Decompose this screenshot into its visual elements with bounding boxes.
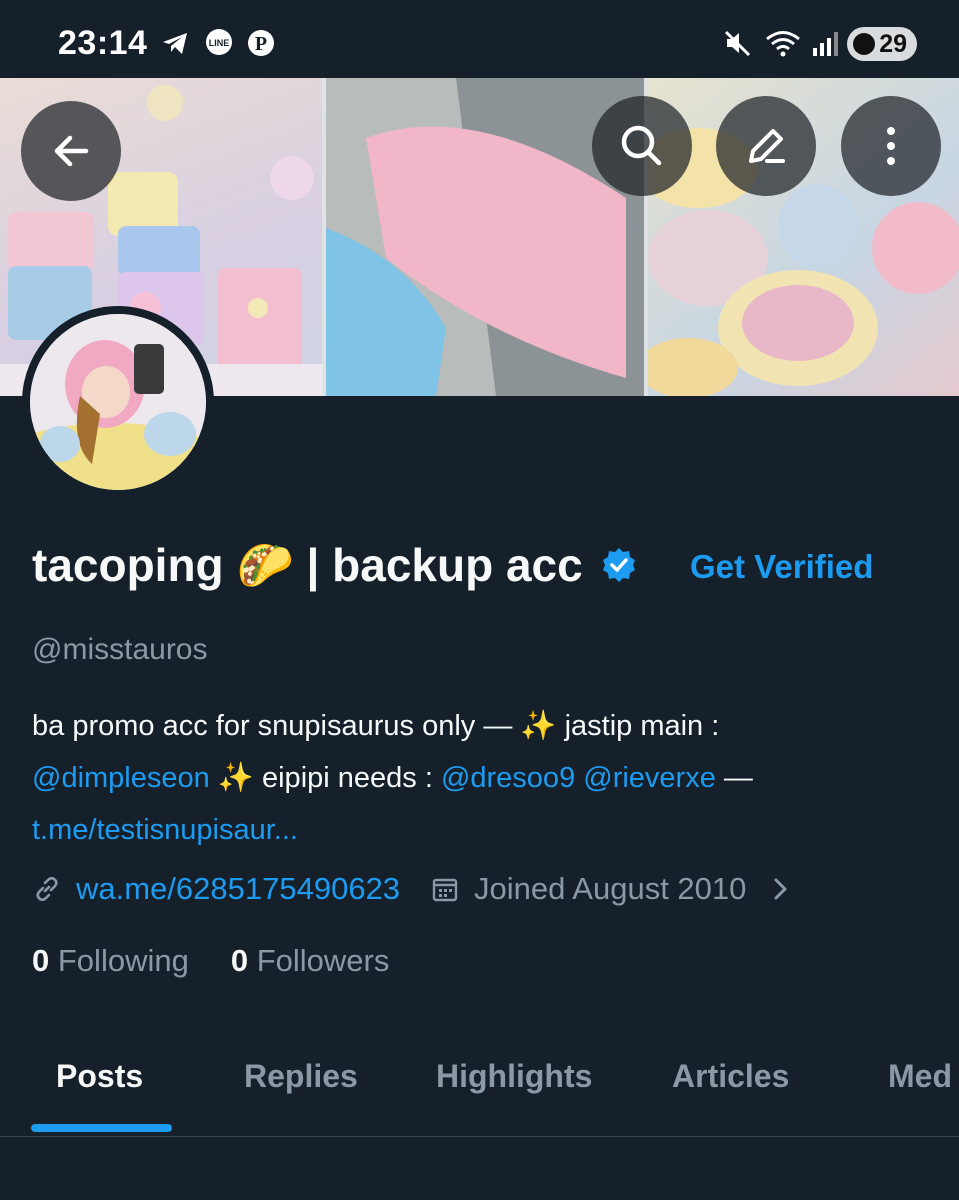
tab-media[interactable]: Med — [888, 1058, 952, 1095]
tab-highlights[interactable]: Highlights — [436, 1058, 592, 1095]
edit-profile-button[interactable] — [716, 96, 816, 196]
tab-replies[interactable]: Replies — [244, 1058, 358, 1095]
bio-text: ✨ eipipi needs : — [209, 762, 441, 794]
display-name: tacoping 🌮 | backup acc — [32, 538, 638, 593]
join-date: Joined August 2010 — [474, 871, 747, 906]
get-verified-link[interactable]: Get Verified — [690, 548, 873, 586]
mention-link[interactable]: @rieverxe — [583, 762, 716, 794]
username: @misstauros — [32, 633, 208, 666]
follow-stats: 0 Following 0 Followers — [32, 943, 389, 979]
followers-stat[interactable]: 0 Followers — [231, 943, 390, 979]
avatar-image — [30, 314, 206, 490]
more-options-button[interactable] — [841, 96, 941, 196]
display-name-text: tacoping 🌮 | backup acc — [32, 539, 583, 591]
verified-badge-icon[interactable] — [600, 546, 638, 584]
back-button[interactable] — [21, 101, 121, 201]
svg-text:P: P — [255, 33, 267, 55]
search-button[interactable] — [592, 96, 692, 196]
signal-icon — [813, 32, 838, 56]
profile-meta: wa.me/6285175490623 Joined August 2010 — [32, 866, 794, 912]
following-label: Following — [57, 943, 189, 978]
more-vertical-icon — [887, 127, 895, 165]
chevron-right-icon[interactable] — [768, 874, 794, 904]
search-icon — [621, 125, 662, 166]
bio: ba promo acc for snupisaurus only — ✨ ja… — [32, 700, 932, 856]
link-icon — [36, 876, 58, 902]
wifi-icon — [766, 31, 800, 57]
mention-link[interactable]: @dimpleseon — [32, 762, 210, 794]
profile-tabs: Posts Replies Highlights Articles Med — [0, 1040, 959, 1137]
following-stat[interactable]: 0 Following — [32, 943, 189, 979]
svg-text:LINE: LINE — [209, 38, 230, 48]
followers-label: Followers — [256, 943, 390, 978]
battery-level: 29 — [879, 29, 907, 58]
status-bar: 23:14 LINE P 29 — [0, 0, 959, 78]
pinterest-icon: P — [248, 30, 274, 56]
arrow-left-icon — [54, 135, 89, 167]
battery-indicator: 29 — [847, 27, 917, 61]
following-count: 0 — [32, 943, 50, 978]
tab-articles[interactable]: Articles — [672, 1058, 789, 1095]
battery-saver-icon — [853, 33, 875, 55]
bio-url-link[interactable]: t.me/testisnupisaur... — [32, 814, 298, 846]
bio-text: ba promo acc for snupisaurus only — ✨ ja… — [32, 710, 720, 742]
calendar-icon — [432, 878, 458, 902]
avatar[interactable] — [22, 306, 214, 498]
active-tab-indicator — [31, 1124, 172, 1132]
tab-posts[interactable]: Posts — [56, 1058, 143, 1095]
clock: 23:14 — [58, 24, 148, 62]
telegram-icon — [163, 33, 187, 54]
mention-link[interactable]: @dresoo9 — [441, 762, 575, 794]
bio-text: — — [715, 762, 753, 794]
followers-count: 0 — [230, 943, 249, 978]
mute-icon — [724, 30, 751, 57]
line-icon: LINE — [206, 29, 232, 55]
pencil-icon — [749, 129, 785, 163]
website-link[interactable]: wa.me/6285175490623 — [76, 871, 400, 907]
